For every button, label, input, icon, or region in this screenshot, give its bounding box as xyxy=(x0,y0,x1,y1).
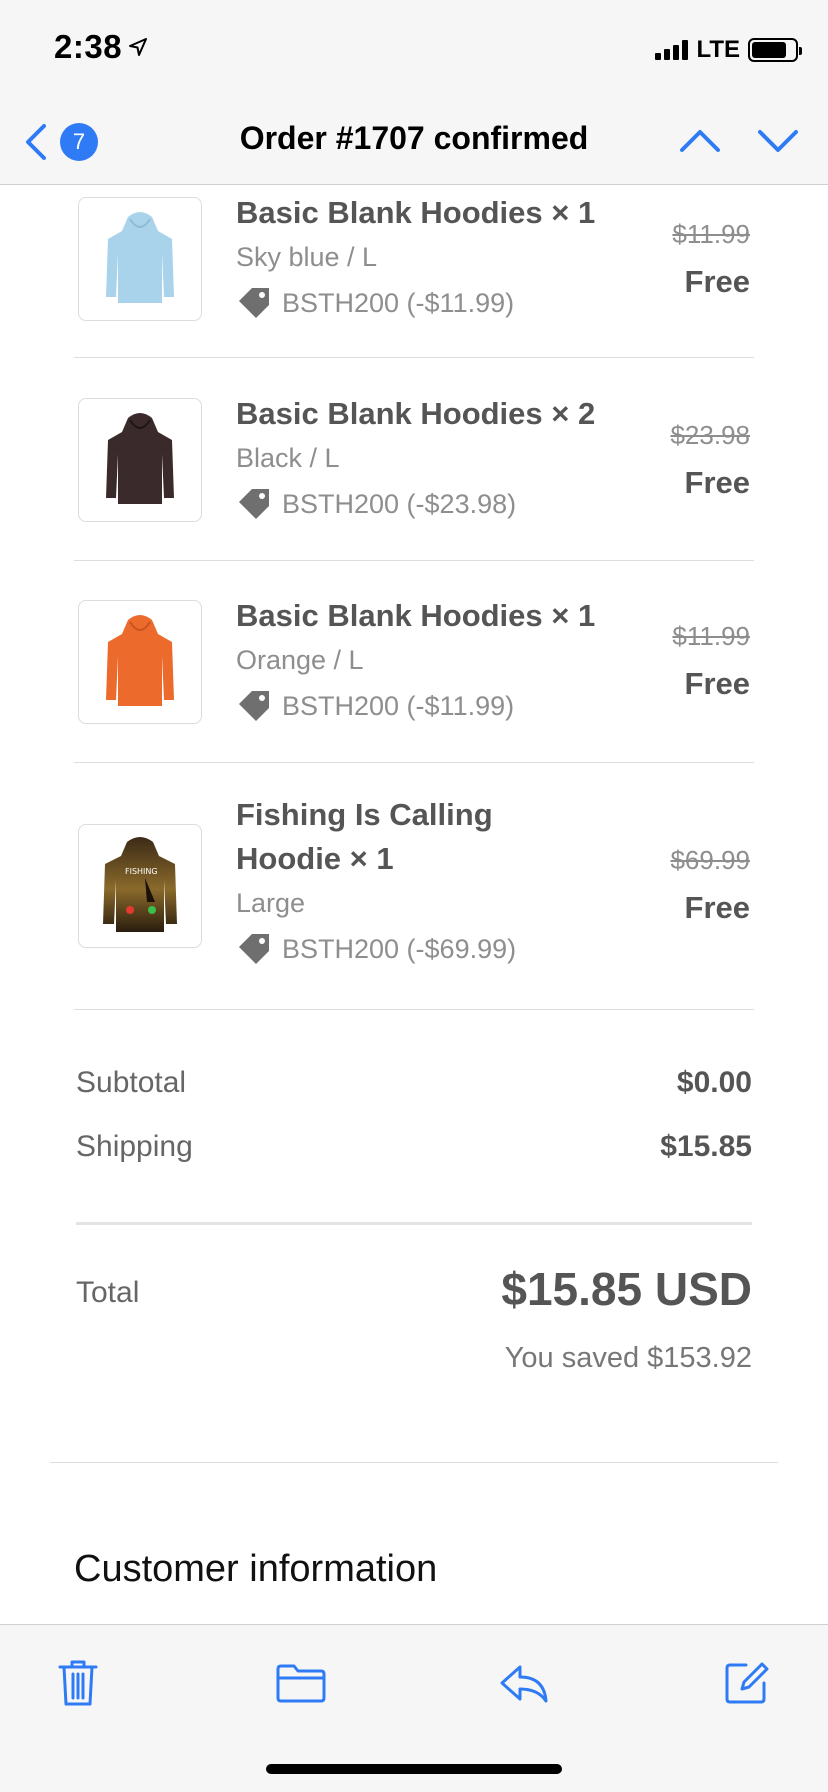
clock: 2:38 xyxy=(54,28,123,65)
tag-icon xyxy=(239,691,269,721)
subtotal-label: Subtotal xyxy=(76,1066,187,1099)
shipping-row: Shipping $15.85 xyxy=(76,1130,752,1164)
discount-text: BSTH200 (-$69.99) xyxy=(282,933,517,964)
order-item: Basic Blank Hoodies × 2 Black / L BSTH20… xyxy=(74,358,754,561)
location-arrow-icon xyxy=(129,38,148,56)
delete-button[interactable] xyxy=(50,1655,106,1711)
reply-icon xyxy=(500,1665,548,1703)
tag-icon xyxy=(239,489,269,519)
product-thumbnail xyxy=(78,600,202,724)
final-price: Free xyxy=(684,465,750,500)
shipping-value: $15.85 xyxy=(660,1130,752,1163)
product-variant: Sky blue / L xyxy=(236,242,378,272)
message-navigation xyxy=(678,126,800,156)
product-name: Basic Blank Hoodies × 1 xyxy=(236,195,596,230)
final-price: Free xyxy=(684,666,750,701)
discount-text: BSTH200 (-$11.99) xyxy=(282,287,515,318)
subtotal-row: Subtotal $0.00 xyxy=(76,1066,752,1100)
compose-button[interactable] xyxy=(718,1655,774,1711)
battery-icon xyxy=(748,38,802,62)
customer-information-heading: Customer information xyxy=(74,1548,438,1590)
reply-button[interactable] xyxy=(496,1655,552,1711)
order-items: Basic Blank Hoodies × 1 Sky blue / L BST… xyxy=(74,185,754,1010)
home-indicator xyxy=(266,1764,562,1774)
discount-code: BSTH200 (-$11.99) xyxy=(236,285,626,321)
product-variant: Orange / L xyxy=(236,645,364,675)
original-price: $11.99 xyxy=(672,621,750,651)
chevron-up-icon[interactable] xyxy=(678,126,722,156)
total-value: $15.85 USD xyxy=(501,1263,752,1315)
original-price: $23.98 xyxy=(670,420,750,450)
section-divider xyxy=(50,1462,778,1463)
move-to-folder-button[interactable] xyxy=(273,1655,329,1711)
product-thumbnail xyxy=(78,398,202,522)
hoodie-fishing-print-icon: FISHING xyxy=(103,837,177,932)
product-name-line-1: Fishing Is Calling xyxy=(236,797,493,832)
final-price: Free xyxy=(684,264,750,299)
discount-code: BSTH200 (-$11.99) xyxy=(236,688,626,724)
product-name-line-2: Hoodie × 1 xyxy=(236,841,394,876)
folder-icon xyxy=(276,1664,326,1703)
product-name: Basic Blank Hoodies × 2 xyxy=(236,396,596,431)
discount-text: BSTH200 (-$11.99) xyxy=(282,690,515,721)
status-time: 2:38 xyxy=(54,28,148,66)
order-item: FISHING Fishing Is Calling Hoodie × 1 La… xyxy=(74,763,754,1010)
chevron-down-icon[interactable] xyxy=(756,126,800,156)
original-price: $11.99 xyxy=(672,219,750,249)
trash-icon xyxy=(58,1660,98,1706)
final-price: Free xyxy=(684,890,750,925)
order-item: Basic Blank Hoodies × 1 Orange / L BSTH2… xyxy=(74,561,754,763)
order-item: Basic Blank Hoodies × 1 Sky blue / L BST… xyxy=(74,185,754,358)
product-thumbnail: FISHING xyxy=(78,824,202,948)
cell-signal-icon xyxy=(655,40,689,60)
hoodie-orange-icon xyxy=(106,615,174,706)
subtotal-value: $0.00 xyxy=(676,1066,752,1099)
original-price: $69.99 xyxy=(670,845,750,875)
tag-icon xyxy=(239,934,269,964)
status-indicators: LTE xyxy=(655,36,802,64)
product-variant: Black / L xyxy=(236,443,340,473)
product-thumbnail xyxy=(78,197,202,321)
discount-code: BSTH200 (-$23.98) xyxy=(236,486,626,522)
discount-text: BSTH200 (-$23.98) xyxy=(282,488,517,519)
product-variant: Large xyxy=(236,888,306,918)
summary-divider xyxy=(76,1222,752,1225)
savings-text: You saved $153.92 xyxy=(504,1342,752,1374)
status-bar: 2:38 LTE xyxy=(0,0,828,100)
hoodie-black-icon xyxy=(106,413,174,504)
print-text: FISHING xyxy=(125,867,158,876)
network-label: LTE xyxy=(696,36,740,63)
shipping-label: Shipping xyxy=(76,1130,193,1163)
nav-bar: 7 Order #1707 confirmed xyxy=(0,100,828,185)
product-name: Basic Blank Hoodies × 1 xyxy=(236,598,596,633)
discount-code: BSTH200 (-$69.99) xyxy=(236,931,626,967)
tag-icon xyxy=(239,288,269,318)
compose-icon xyxy=(725,1662,769,1704)
hoodie-sky-blue-icon xyxy=(106,212,174,303)
total-label: Total xyxy=(76,1276,140,1309)
